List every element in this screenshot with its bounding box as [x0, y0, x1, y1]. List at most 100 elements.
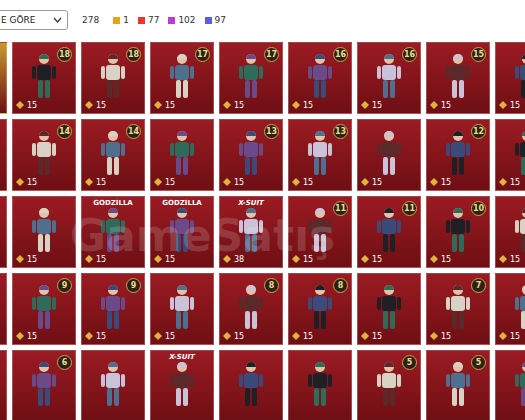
item-tag: GODZILLA — [154, 199, 210, 207]
item-picture — [0, 122, 3, 177]
item-card[interactable]: 15 — [495, 196, 525, 268]
item-card[interactable] — [0, 196, 7, 268]
coin-icon — [223, 101, 231, 109]
level-badge: 14 — [57, 124, 72, 139]
item-card[interactable]: 1514 — [12, 119, 76, 191]
item-card[interactable]: 157 — [426, 273, 490, 345]
sort-dropdown[interactable]: E GÖRE — [0, 10, 68, 30]
item-card[interactable]: 1518 — [81, 42, 145, 114]
coin-icon — [16, 255, 24, 263]
item-card[interactable]: 15 — [495, 119, 525, 191]
character-icon — [441, 52, 475, 100]
item-price: 15 — [499, 254, 525, 264]
item-price: 15 — [430, 254, 486, 264]
coin-icon — [223, 178, 231, 186]
coin-icon — [430, 178, 438, 186]
item-card[interactable]: 1515 — [426, 42, 490, 114]
coin-icon — [16, 101, 24, 109]
character-icon — [303, 206, 337, 254]
item-card[interactable]: 5 — [426, 350, 490, 420]
level-badge: 6 — [57, 355, 72, 370]
item-card[interactable]: 1512 — [426, 119, 490, 191]
item-card[interactable]: 6 — [12, 350, 76, 420]
item-card[interactable]: 1513 — [219, 119, 283, 191]
item-price: 15 — [499, 100, 525, 110]
item-card[interactable]: 1511 — [288, 196, 352, 268]
character-icon — [372, 52, 406, 100]
character-icon — [303, 360, 337, 408]
item-price: 15 — [154, 254, 210, 264]
item-price: 15 — [16, 331, 72, 341]
character-icon — [234, 52, 268, 100]
item-card[interactable]: 158 — [288, 273, 352, 345]
level-badge: 11 — [402, 201, 417, 216]
level-badge: 17 — [264, 47, 279, 62]
character-icon — [303, 52, 337, 100]
item-card[interactable]: 1517 — [219, 42, 283, 114]
character-icon — [303, 283, 337, 331]
level-badge: 18 — [126, 47, 141, 62]
item-card[interactable] — [0, 119, 7, 191]
item-card[interactable]: 1513 — [288, 119, 352, 191]
item-card[interactable]: 159 — [81, 273, 145, 345]
item-card[interactable] — [288, 350, 352, 420]
item-price — [0, 331, 3, 341]
item-card[interactable]: GODZILLA 15 — [150, 196, 214, 268]
item-picture — [0, 353, 3, 408]
item-card[interactable] — [81, 350, 145, 420]
item-card[interactable]: 1514 — [81, 119, 145, 191]
item-card[interactable]: 1516 — [288, 42, 352, 114]
level-badge: 5 — [471, 355, 486, 370]
character-icon — [372, 129, 406, 177]
item-card[interactable]: 15 — [150, 119, 214, 191]
item-tag: GODZILLA — [85, 199, 141, 207]
item-card[interactable]: X-SUIT — [150, 350, 214, 420]
coin-icon — [154, 255, 162, 263]
item-card[interactable]: 1516 — [357, 42, 421, 114]
item-picture — [154, 276, 210, 331]
item-picture — [499, 122, 525, 177]
character-icon — [510, 360, 525, 408]
item-card[interactable] — [0, 42, 7, 114]
character-icon — [510, 206, 525, 254]
item-card[interactable]: 15 — [495, 42, 525, 114]
item-card[interactable]: 15 — [357, 119, 421, 191]
item-card[interactable]: 1510 — [426, 196, 490, 268]
item-card[interactable]: 15 — [495, 273, 525, 345]
character-icon — [165, 360, 199, 408]
item-card[interactable]: 159 — [12, 273, 76, 345]
item-price: 15 — [85, 331, 141, 341]
item-card[interactable]: 1511 — [357, 196, 421, 268]
item-card[interactable]: 15 — [357, 273, 421, 345]
item-card[interactable]: 1517 — [150, 42, 214, 114]
item-card[interactable]: 1518 — [12, 42, 76, 114]
character-icon — [27, 360, 61, 408]
total-count: 278 — [82, 15, 99, 25]
character-icon — [303, 129, 337, 177]
coin-icon — [292, 101, 300, 109]
item-card[interactable] — [219, 350, 283, 420]
item-card[interactable]: 15 — [150, 273, 214, 345]
item-card[interactable] — [0, 273, 7, 345]
item-price: 15 — [430, 100, 486, 110]
item-price — [223, 408, 279, 418]
character-icon — [96, 129, 130, 177]
level-badge: 8 — [333, 278, 348, 293]
item-price: 15 — [499, 331, 525, 341]
item-card[interactable]: 158 — [219, 273, 283, 345]
item-price: 15 — [16, 177, 72, 187]
item-card[interactable] — [495, 350, 525, 420]
coin-icon — [154, 178, 162, 186]
coin-icon — [85, 255, 93, 263]
item-card[interactable]: 15 — [12, 196, 76, 268]
level-badge: 12 — [471, 124, 486, 139]
watermark: GameSatış — [70, 210, 335, 261]
item-card[interactable]: 5 — [357, 350, 421, 420]
item-card[interactable] — [0, 350, 7, 420]
coin-icon — [16, 178, 24, 186]
item-card[interactable]: GODZILLA 15 — [81, 196, 145, 268]
item-card[interactable]: X-SUIT38 — [219, 196, 283, 268]
item-price: 15 — [85, 254, 141, 264]
character-icon — [441, 206, 475, 254]
item-picture — [16, 199, 72, 254]
